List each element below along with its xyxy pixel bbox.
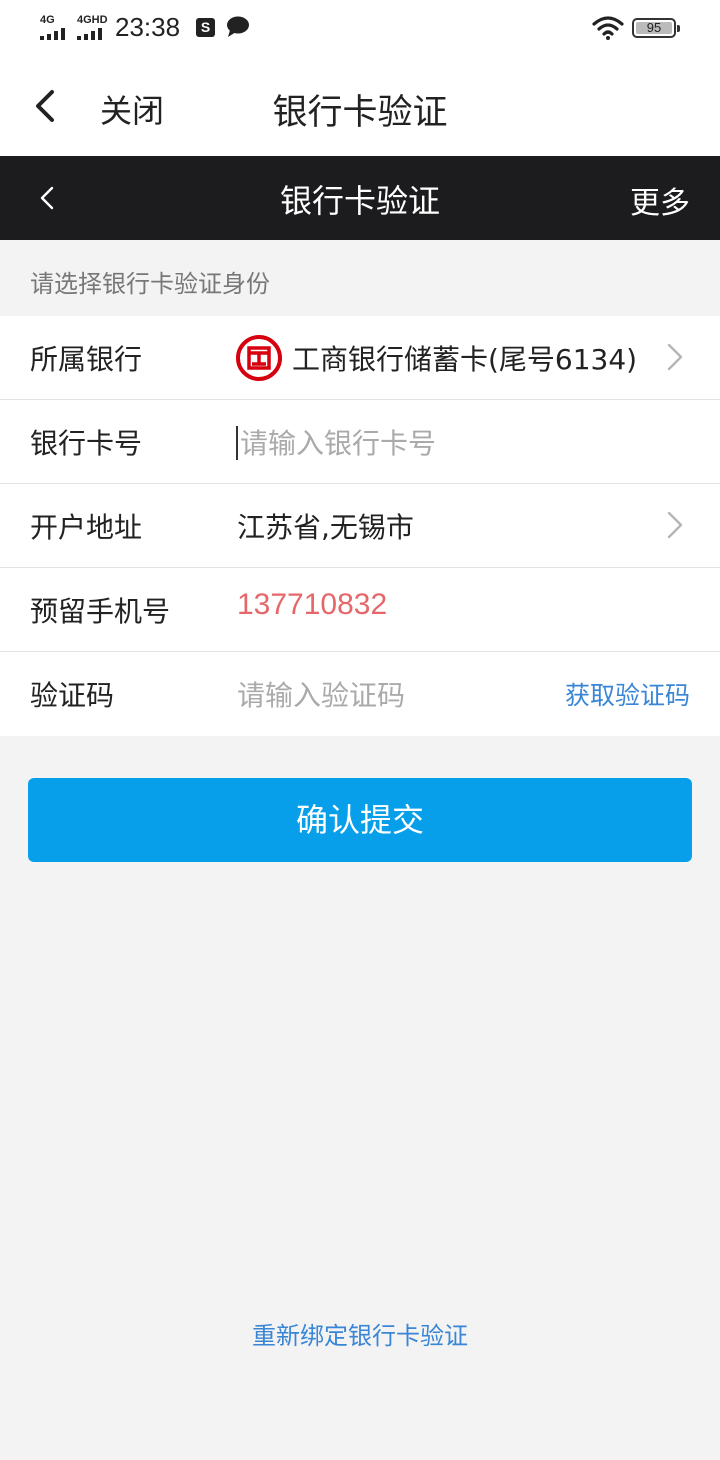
bank-label: 所属银行 (30, 343, 143, 376)
app-nav-bar: 关闭 银行卡验证 (0, 56, 720, 156)
address-value: 江苏省,无锡市 (237, 511, 414, 544)
chevron-right-icon (667, 511, 683, 539)
clock: 23:38 (115, 12, 181, 42)
network-type-1: 4G (40, 14, 55, 26)
page-title: 银行卡验证 (272, 93, 448, 133)
address-label: 开户地址 (30, 511, 143, 544)
battery-icon: 95 (632, 18, 680, 38)
rebind-link[interactable]: 重新绑定银行卡验证 (0, 1316, 720, 1351)
card-number-row: 银行卡号 请输入银行卡号 (0, 400, 720, 484)
more-button[interactable]: 更多 (630, 178, 690, 222)
card-number-label: 银行卡号 (30, 427, 143, 460)
phone-row: 预留手机号 137710832 (0, 568, 720, 652)
address-row[interactable]: 开户地址 江苏省,无锡市 (0, 484, 720, 568)
verification-form: 所属银行 工商银行储蓄卡(尾号6134) 银行卡号 请输入银行卡号 开户地址 江… (0, 316, 720, 736)
chevron-right-icon (667, 343, 683, 371)
bank-value: 工商银行储蓄卡(尾号6134) (292, 343, 638, 376)
wifi-icon (592, 16, 624, 40)
icbc-logo-icon (236, 335, 282, 381)
phone-value: 137710832 (237, 588, 388, 621)
status-bar: 4G 4GHD 23:38 S 95 (0, 0, 720, 56)
chat-icon (227, 16, 249, 37)
submit-button[interactable]: 确认提交 (28, 778, 692, 862)
card-number-input[interactable]: 请输入银行卡号 (240, 422, 436, 462)
code-label: 验证码 (30, 679, 115, 712)
text-cursor (236, 426, 238, 460)
section-hint: 请选择银行卡验证身份 (30, 270, 270, 298)
code-input[interactable]: 请输入验证码 (237, 674, 405, 714)
phone-label: 预留手机号 (30, 595, 171, 628)
network-type-2: 4GHD (77, 14, 108, 26)
web-header-title: 银行卡验证 (279, 182, 440, 220)
battery-level: 95 (646, 20, 662, 35)
code-row: 验证码 请输入验证码 获取验证码 (0, 652, 720, 736)
get-code-button[interactable]: 获取验证码 (565, 676, 690, 712)
bank-row[interactable]: 所属银行 工商银行储蓄卡(尾号6134) (0, 316, 720, 400)
s-app-icon: S (196, 18, 215, 37)
web-header: 银行卡验证 更多 (0, 156, 720, 240)
